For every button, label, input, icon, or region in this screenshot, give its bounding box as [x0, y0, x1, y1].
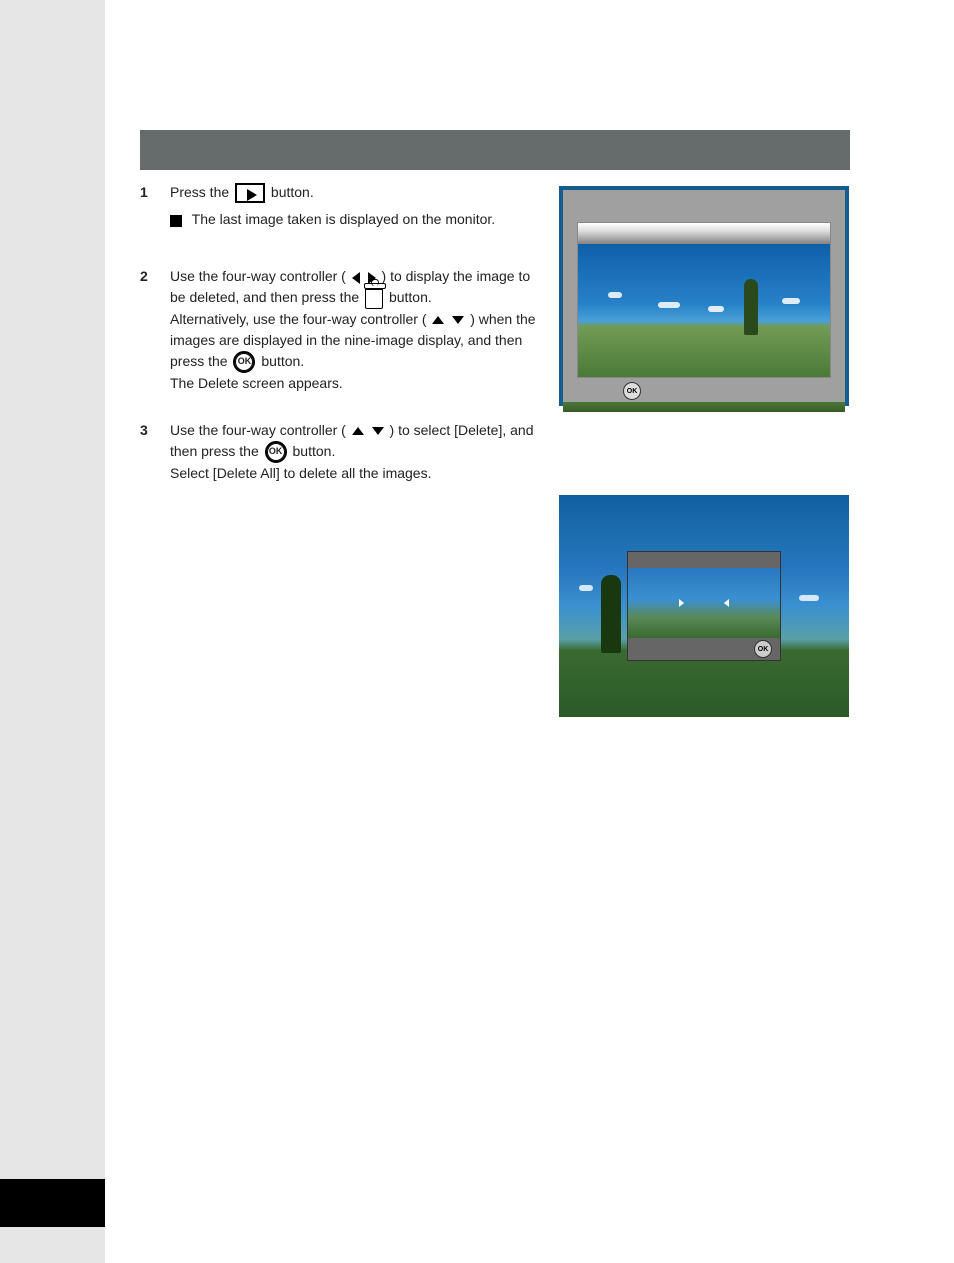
ok-button-icon: OK	[233, 351, 255, 373]
photo-cloud	[708, 306, 724, 312]
photo-tree	[601, 575, 621, 653]
step-1-text-after: button.	[271, 184, 314, 200]
arrow-down-icon	[452, 316, 464, 324]
sidebar	[0, 0, 105, 1263]
arrow-left-icon	[724, 599, 729, 607]
delete-dialog: OK	[627, 551, 781, 661]
lcd-inner: OK	[577, 222, 831, 412]
trash-icon	[365, 289, 383, 309]
arrow-down-icon	[372, 427, 384, 435]
step-2-p2a: Alternatively, use the four-way controll…	[170, 311, 427, 327]
lcd-footer: OK	[577, 380, 831, 402]
dialog-option-right[interactable]	[724, 599, 729, 607]
photo-cloud	[608, 292, 622, 298]
step-number: 3	[140, 420, 170, 441]
playback-icon	[235, 183, 265, 203]
step-3: 3 Use the four-way controller ( ) to sel…	[140, 420, 850, 484]
photo-cloud	[782, 298, 800, 304]
lcd-screenshot-1: OK	[559, 186, 849, 406]
dialog-option-left[interactable]	[679, 599, 684, 607]
step-text: Use the four-way controller ( ) to selec…	[170, 420, 850, 484]
bullet-text: The last image taken is displayed on the…	[192, 211, 496, 227]
step-number: 1	[140, 182, 170, 203]
bullet-square-icon	[170, 215, 182, 227]
step-3-p2: Select [Delete All] to delete all the im…	[170, 465, 431, 481]
step-1-text-before: Press the	[170, 184, 233, 200]
arrow-up-icon	[432, 316, 444, 324]
lcd-ok-button[interactable]: OK	[623, 382, 641, 400]
step-2-p3: The Delete screen appears.	[170, 375, 343, 391]
photo-tree	[744, 279, 758, 335]
section-header-bar	[140, 130, 850, 170]
step-number: 2	[140, 266, 170, 287]
lcd-titlebar	[577, 222, 831, 244]
arrow-left-icon	[352, 272, 360, 284]
lcd-outer-frame: OK	[563, 190, 845, 402]
arrow-right-icon	[679, 599, 684, 607]
ok-button-icon: OK	[265, 441, 287, 463]
lcd-photo	[577, 244, 831, 378]
lcd-header	[567, 194, 841, 218]
photo-cloud	[799, 595, 819, 601]
photo-cloud	[579, 585, 593, 591]
arrow-up-icon	[352, 427, 364, 435]
page-number-box	[0, 1179, 105, 1227]
lcd-grass-strip	[563, 402, 845, 412]
step-3-p1a: Use the four-way controller (	[170, 422, 346, 438]
delete-dialog-footer: OK	[628, 638, 780, 660]
dialog-ok-button[interactable]: OK	[754, 640, 772, 658]
photo-cloud	[658, 302, 680, 308]
delete-dialog-body	[628, 568, 780, 638]
step-2-p1a: Use the four-way controller (	[170, 268, 346, 284]
lcd-photo-bg: OK	[559, 495, 849, 717]
step-2-p1c: button.	[389, 289, 432, 305]
delete-dialog-title	[628, 552, 780, 568]
step-3-p1c: button.	[293, 443, 336, 459]
lcd-screenshot-2: OK	[559, 495, 849, 717]
step-2-p2c: button.	[261, 353, 304, 369]
